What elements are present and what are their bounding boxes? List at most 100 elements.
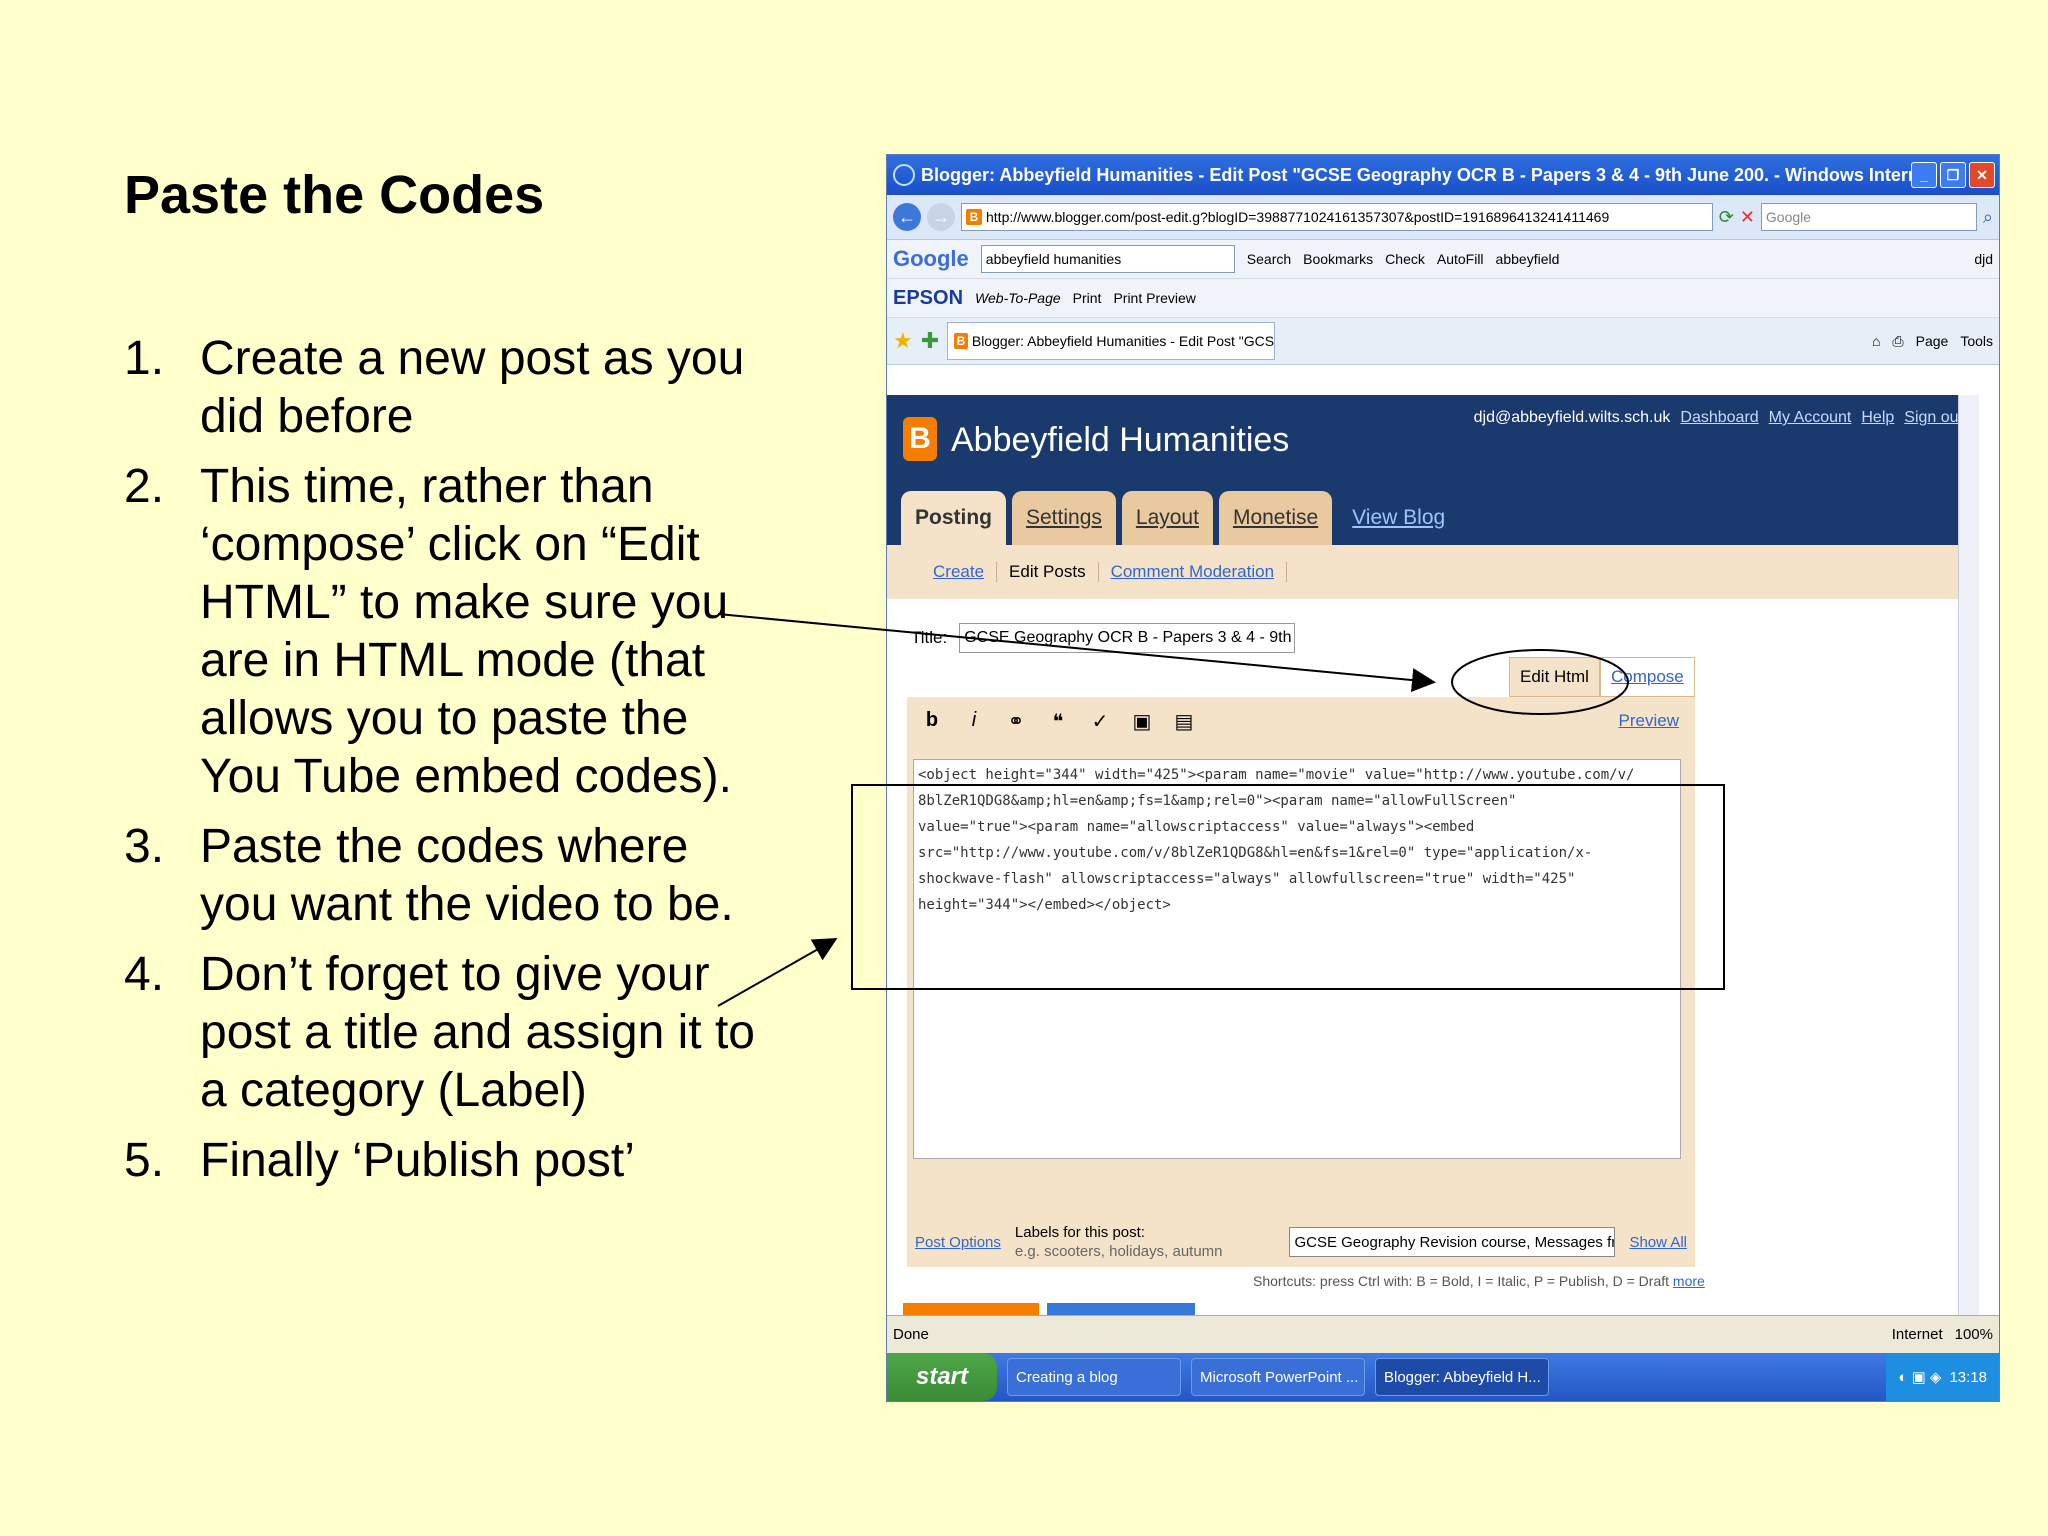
address-bar: ← → B http://www.blogger.com/post-edit.g… (887, 195, 1999, 240)
page-menu[interactable]: Page (1916, 333, 1949, 350)
start-button[interactable]: start (887, 1353, 997, 1401)
epson-toolbar: EPSON Web-To-Page Print Print Preview (887, 279, 1999, 318)
refresh-icon[interactable]: ⟳ (1719, 207, 1734, 228)
toolbar-bookmarks-button[interactable]: Bookmarks (1303, 251, 1373, 267)
close-icon[interactable]: ✕ (1969, 162, 1995, 188)
html-textarea[interactable]: <object height="344" width="425"><param … (913, 759, 1681, 1159)
add-favorite-icon[interactable]: ✚ (921, 328, 939, 354)
tab-settings[interactable]: Settings (1012, 491, 1116, 545)
browser-tab-label: Blogger: Abbeyfield Humanities - Edit Po… (971, 333, 1275, 349)
print-icon[interactable]: ⎙ (1892, 333, 1903, 350)
step-number: 3. (124, 820, 165, 873)
tab-posting[interactable]: Posting (901, 491, 1006, 545)
google-logo: Google (893, 246, 969, 271)
google-toolbar: Google abbeyfield humanities Search Book… (887, 240, 1999, 279)
tools-menu[interactable]: Tools (1960, 333, 1993, 350)
step-item: 1. Create a new post as you did before (124, 330, 764, 446)
page-scrollbar[interactable] (1958, 395, 1979, 1315)
view-blog-link[interactable]: View Blog (1338, 491, 1459, 545)
step-list: 1. Create a new post as you did before 2… (124, 330, 764, 1202)
window-titlebar[interactable]: Blogger: Abbeyfield Humanities - Edit Po… (887, 155, 1999, 195)
blog-name: Abbeyfield Humanities (951, 421, 1290, 459)
my-account-link[interactable]: My Account (1769, 409, 1852, 427)
shortcuts-more-link[interactable]: more (1673, 1273, 1705, 1289)
post-options-link[interactable]: Post Options (915, 1234, 1001, 1251)
window-title: Blogger: Abbeyfield Humanities - Edit Po… (921, 164, 1911, 185)
tab-layout[interactable]: Layout (1121, 491, 1213, 545)
title-label: Title: (911, 628, 948, 647)
taskbar: start Creating a blog Microsoft PowerPoi… (887, 1353, 1999, 1401)
clock: 13:18 (1949, 1368, 1987, 1386)
save-draft-button[interactable] (1047, 1303, 1195, 1315)
step-text: Finally ‘Publish post’ (200, 1134, 635, 1187)
system-tray: ◐ ▣ ◈ 13:18 (1886, 1353, 1999, 1401)
code-line: 8blZeR1QDG8&amp;hl=en&amp;fs=1&amp;rel=0… (918, 793, 1517, 809)
browser-window: Blogger: Abbeyfield Humanities - Edit Po… (886, 154, 2000, 1402)
subtab-create[interactable]: Create (921, 562, 998, 582)
url-text: http://www.blogger.com/post-edit.g?blogI… (986, 209, 1610, 225)
subtab-edit-posts[interactable]: Edit Posts (997, 562, 1099, 582)
spellcheck-icon[interactable]: ✓ (1089, 709, 1111, 734)
page-viewport: B Abbeyfield Humanities djd@abbeyfield.w… (887, 395, 1979, 1315)
tab-bar: ★ ✚ B Blogger: Abbeyfield Humanities - E… (887, 318, 1999, 365)
link-icon[interactable]: ⚭ (1005, 709, 1027, 734)
search-icon[interactable]: ⌕ (1983, 207, 1993, 228)
zoom-level[interactable]: 100% (1955, 1326, 1993, 1343)
main-tabs: Posting Settings Layout Monetise View Bl… (901, 491, 1459, 545)
back-icon[interactable]: ← (893, 203, 921, 231)
code-line: shockwave-flash" allowscriptaccess="alwa… (918, 871, 1576, 887)
web-to-page-button[interactable]: Web-To-Page (975, 290, 1061, 306)
toolbar-user-button[interactable]: djd (1974, 251, 1993, 267)
compose-tab[interactable]: Compose (1599, 657, 1695, 697)
preview-link[interactable]: Preview (1619, 711, 1679, 731)
epson-logo: EPSON (893, 286, 964, 309)
taskbar-item-blogger[interactable]: Blogger: Abbeyfield H... (1375, 1358, 1549, 1396)
restore-icon[interactable]: ❐ (1940, 162, 1966, 188)
tab-monetise[interactable]: Monetise (1218, 491, 1333, 545)
step-item: 5. Finally ‘Publish post’ (124, 1132, 764, 1190)
publish-button[interactable] (903, 1303, 1039, 1315)
toolbar-profile-button[interactable]: abbeyfield (1496, 251, 1560, 267)
insert-image-icon[interactable]: ▣ (1131, 709, 1153, 734)
print-button[interactable]: Print (1073, 290, 1102, 306)
blogger-header: B Abbeyfield Humanities djd@abbeyfield.w… (887, 395, 1979, 545)
stop-icon[interactable]: ✕ (1740, 207, 1755, 228)
favorites-star-icon[interactable]: ★ (893, 328, 913, 354)
bold-icon[interactable]: b (921, 709, 943, 734)
taskbar-item-creating-blog[interactable]: Creating a blog (1007, 1358, 1181, 1396)
minimize-icon[interactable]: _ (1911, 162, 1937, 188)
subtab-comment-moderation[interactable]: Comment Moderation (1099, 562, 1288, 582)
post-title-input[interactable]: GCSE Geography OCR B - Papers 3 & 4 - 9t… (959, 623, 1296, 653)
print-preview-button[interactable]: Print Preview (1113, 290, 1195, 306)
help-link[interactable]: Help (1861, 409, 1894, 427)
post-title-row: Title: GCSE Geography OCR B - Papers 3 &… (911, 623, 1296, 653)
blogger-favicon-icon: B (954, 333, 968, 349)
search-input[interactable]: Google (1760, 203, 1977, 231)
google-search-input[interactable]: abbeyfield humanities (980, 245, 1235, 273)
posting-subtabs: Create Edit Posts Comment Moderation (887, 545, 1979, 599)
labels-title: Labels for this post: (1014, 1224, 1145, 1241)
insert-video-icon[interactable]: ▤ (1173, 709, 1195, 734)
sign-out-link[interactable]: Sign out (1904, 409, 1963, 427)
dashboard-link[interactable]: Dashboard (1680, 409, 1758, 427)
editor-toolbar: b i ⚭ ❝ ✓ ▣ ▤ (921, 709, 1195, 734)
toolbar-check-button[interactable]: Check (1385, 251, 1425, 267)
browser-tab[interactable]: B Blogger: Abbeyfield Humanities - Edit … (947, 322, 1276, 360)
labels-input[interactable]: GCSE Geography Revision course, Messages… (1289, 1227, 1616, 1257)
italic-icon[interactable]: i (963, 709, 985, 734)
code-line: src="http://www.youtube.com/v/8blZeR1QDG… (918, 845, 1593, 861)
home-icon[interactable]: ⌂ (1872, 333, 1880, 350)
code-line: value="true"><param name="allowscriptacc… (918, 819, 1475, 835)
editor-mode-tabs: Edit Html Compose (1509, 657, 1695, 697)
toolbar-autofill-button[interactable]: AutoFill (1437, 251, 1484, 267)
taskbar-item-powerpoint[interactable]: Microsoft PowerPoint ... (1191, 1358, 1365, 1396)
status-text: Done (893, 1326, 929, 1343)
step-text: Create a new post as you did before (200, 332, 745, 443)
blockquote-icon[interactable]: ❝ (1047, 709, 1069, 734)
url-input[interactable]: B http://www.blogger.com/post-edit.g?blo… (961, 203, 1713, 231)
forward-icon[interactable]: → (927, 203, 955, 231)
editor-footer: Post Options Labels for this post: e.g. … (907, 1217, 1695, 1267)
show-all-link[interactable]: Show All (1629, 1234, 1695, 1251)
edit-html-tab[interactable]: Edit Html (1509, 657, 1600, 697)
toolbar-search-button[interactable]: Search (1247, 251, 1291, 267)
